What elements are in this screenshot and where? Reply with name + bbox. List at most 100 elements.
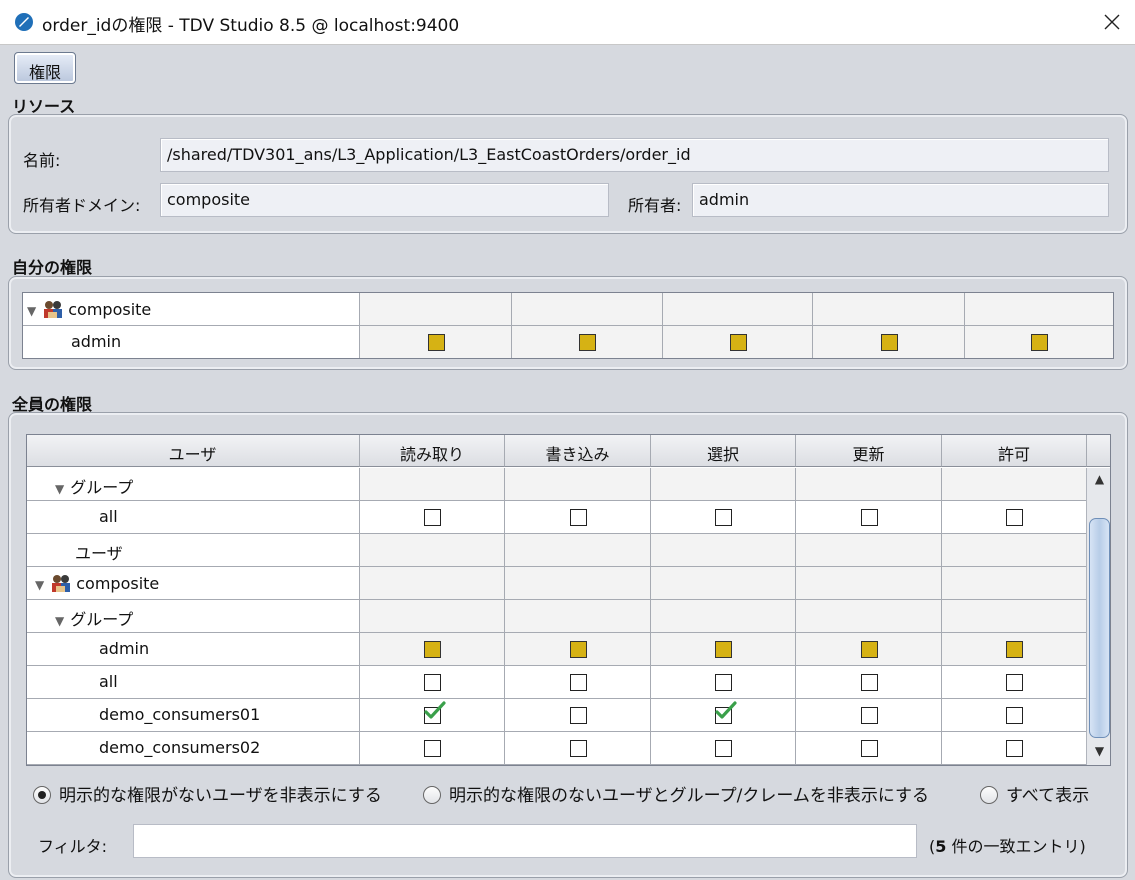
permission-cell [795,468,941,500]
permission-cell [650,501,795,533]
vertical-scrollbar[interactable]: ▲ ▼ [1086,468,1110,765]
scroll-up-arrow-icon[interactable]: ▲ [1087,472,1110,492]
permission-cell [504,666,650,698]
column-header-write[interactable]: 書き込み [504,435,650,467]
permission-checkbox[interactable] [860,509,878,526]
permission-cell [504,699,650,731]
permission-granted-box [579,334,596,351]
permission-checkbox[interactable] [715,740,732,757]
window-title: order_idの権限 - TDV Studio 8.5 @ localhost… [42,16,460,36]
filter-input[interactable] [133,824,917,858]
permission-cell [941,666,1086,698]
permission-checkbox[interactable] [424,740,441,757]
permission-cell [941,600,1086,632]
table-row[interactable]: demo_consumers02 [27,732,1086,765]
app-logo-icon [15,13,33,31]
permission-granted-box [424,641,441,658]
scroll-down-arrow-icon[interactable]: ▼ [1087,744,1110,764]
my-perm-domain-name: composite [68,300,152,319]
permission-checkbox[interactable] [715,674,732,691]
permission-cell [504,468,650,500]
permission-checkbox[interactable] [1006,509,1023,526]
permission-cell [650,567,795,599]
permission-checkbox[interactable] [424,674,441,691]
table-row[interactable]: admin [27,633,1086,666]
table-row[interactable]: ユーザ [27,534,1086,567]
domain-group-icon [52,575,71,592]
permission-checkbox[interactable] [860,707,878,724]
permission-checkbox[interactable] [569,674,587,691]
permission-cell [359,732,504,764]
permission-cell [795,699,941,731]
table-row[interactable]: ▼ グループ [27,600,1086,633]
row-label-text: グループ [70,610,134,629]
table-row[interactable]: ▼ グループ [27,468,1086,501]
permission-checkbox[interactable] [424,509,441,526]
permission-cell [795,534,941,566]
permission-checkbox[interactable] [569,509,587,526]
permission-cell [359,534,504,566]
column-header-user[interactable]: ユーザ [27,435,359,467]
my-permissions-table: ▼ composite admin [22,292,1114,359]
permission-checkbox[interactable] [860,740,878,757]
permission-checkbox[interactable] [860,674,878,691]
table-row[interactable]: demo_consumers01 [27,699,1086,732]
permission-checkbox[interactable] [1006,707,1023,724]
permission-cell [795,501,941,533]
permission-cell [941,633,1086,665]
row-label: ▼ グループ [55,474,133,498]
permission-cell [941,567,1086,599]
my-perm-user-label: admin [71,332,122,351]
permission-granted-box [860,641,878,658]
resource-name-field[interactable]: /shared/TDV301_ans/L3_Application/L3_Eas… [160,138,1109,172]
expand-triangle-icon[interactable]: ▼ [55,482,64,496]
permission-cell [650,534,795,566]
expand-triangle-icon[interactable]: ▼ [27,304,36,318]
radio-show-all[interactable]: すべて表示 [980,781,1089,806]
permission-checkbox[interactable] [569,740,587,757]
owner-domain-field[interactable]: composite [160,183,609,217]
permission-checkbox[interactable] [424,701,446,724]
table-row[interactable]: ▼ composite [27,567,1086,600]
permission-cell [795,600,941,632]
permission-checkbox[interactable] [1006,674,1023,691]
permission-cell [359,501,504,533]
permission-checkbox[interactable] [1006,740,1023,757]
permission-granted-box [569,641,587,658]
permission-cell [504,534,650,566]
permission-cell [650,732,795,764]
owner-field[interactable]: admin [692,183,1109,217]
column-header-update[interactable]: 更新 [795,435,941,467]
table-row[interactable]: all [27,501,1086,534]
close-button[interactable] [1089,0,1135,45]
permission-checkbox[interactable] [715,701,737,724]
column-header-select[interactable]: 選択 [650,435,795,467]
scrollbar-thumb[interactable] [1089,518,1110,738]
expand-triangle-icon[interactable]: ▼ [55,614,64,628]
table-row[interactable]: all [27,666,1086,699]
match-count-label: (5 件の一致エントリ) [929,837,1086,856]
column-header-read[interactable]: 読み取り [359,435,504,467]
table-row[interactable]: admin [23,326,1113,358]
permission-cell [359,600,504,632]
permission-cell [359,666,504,698]
permission-checkbox[interactable] [715,509,732,526]
close-icon [1104,14,1120,30]
permission-cell [359,468,504,500]
row-label-text: ユーザ [75,544,123,563]
check-mark-icon [424,701,446,719]
permission-cell [650,633,795,665]
radio-hide-users-and-groups[interactable]: 明示的な権限のないユーザとグループ/クレームを非表示にする [423,781,929,806]
row-label-text: demo_consumers01 [99,705,261,724]
tab-permissions[interactable]: 権限 [14,52,76,84]
row-label: all [99,507,118,526]
radio-selected-icon [33,786,51,804]
tab-permissions-label: 権限 [28,63,61,82]
expand-triangle-icon[interactable]: ▼ [35,578,44,592]
column-header-grant[interactable]: 許可 [941,435,1086,467]
table-row[interactable]: ▼ composite [23,293,1113,326]
permission-cell [504,600,650,632]
radio-hide-users-without-explicit[interactable]: 明示的な権限がないユーザを非表示にする [33,781,382,806]
permission-checkbox[interactable] [569,707,587,724]
permission-cell [650,600,795,632]
